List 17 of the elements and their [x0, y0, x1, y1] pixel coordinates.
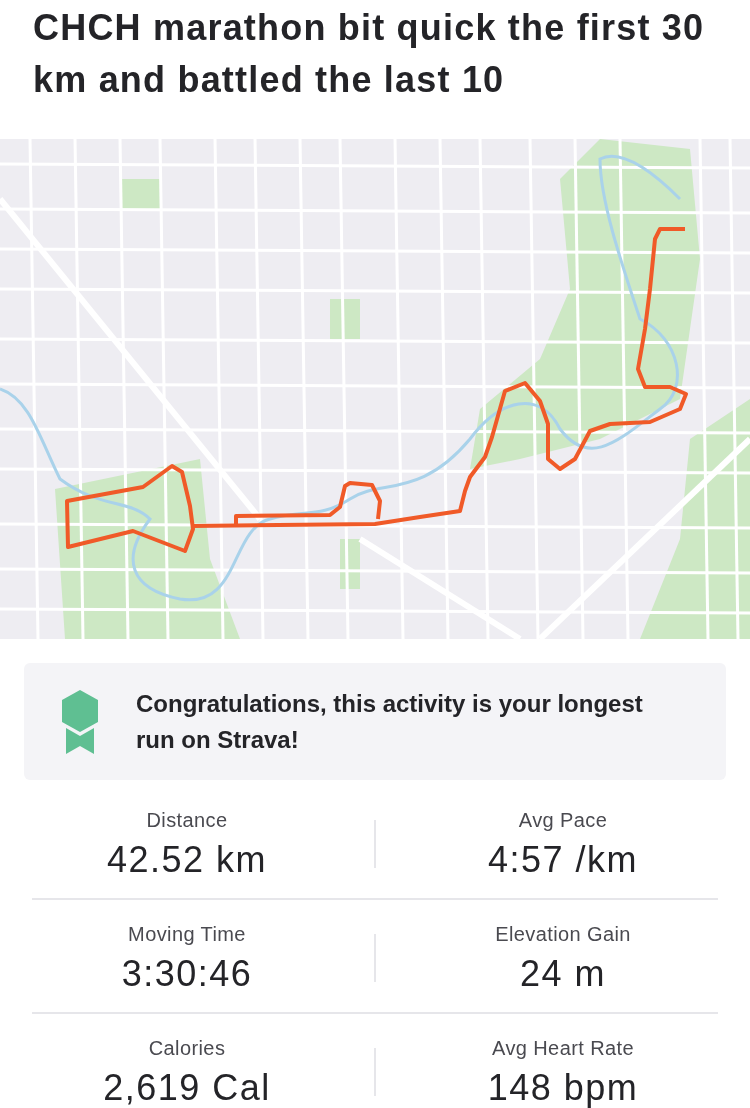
stat-value: 4:57 /km: [487, 840, 639, 880]
stat-label: Calories: [148, 1036, 226, 1060]
stat-label: Avg Pace: [518, 808, 608, 832]
park-area: [120, 179, 160, 209]
stat-value: 2,619 Cal: [103, 1068, 271, 1108]
stat-label: Elevation Gain: [495, 922, 631, 946]
stat-label: Distance: [146, 808, 228, 832]
activity-title: CHCH marathon bit quick the first 30 km and battled the last 10: [32, 6, 706, 102]
stat-label: Avg Heart Rate: [492, 1036, 634, 1060]
stat-value: 24 m: [519, 954, 606, 994]
park-area: [330, 299, 360, 339]
stat-value: 3:30:46: [121, 954, 253, 994]
medal-icon: [62, 689, 98, 754]
achievement-text: Congratulations, this activity is your longest run on Strava!: [136, 688, 644, 755]
stat-value: 148 bpm: [487, 1068, 639, 1108]
stat-value: 42.52 km: [106, 840, 268, 880]
stat-label: Moving Time: [128, 922, 246, 946]
